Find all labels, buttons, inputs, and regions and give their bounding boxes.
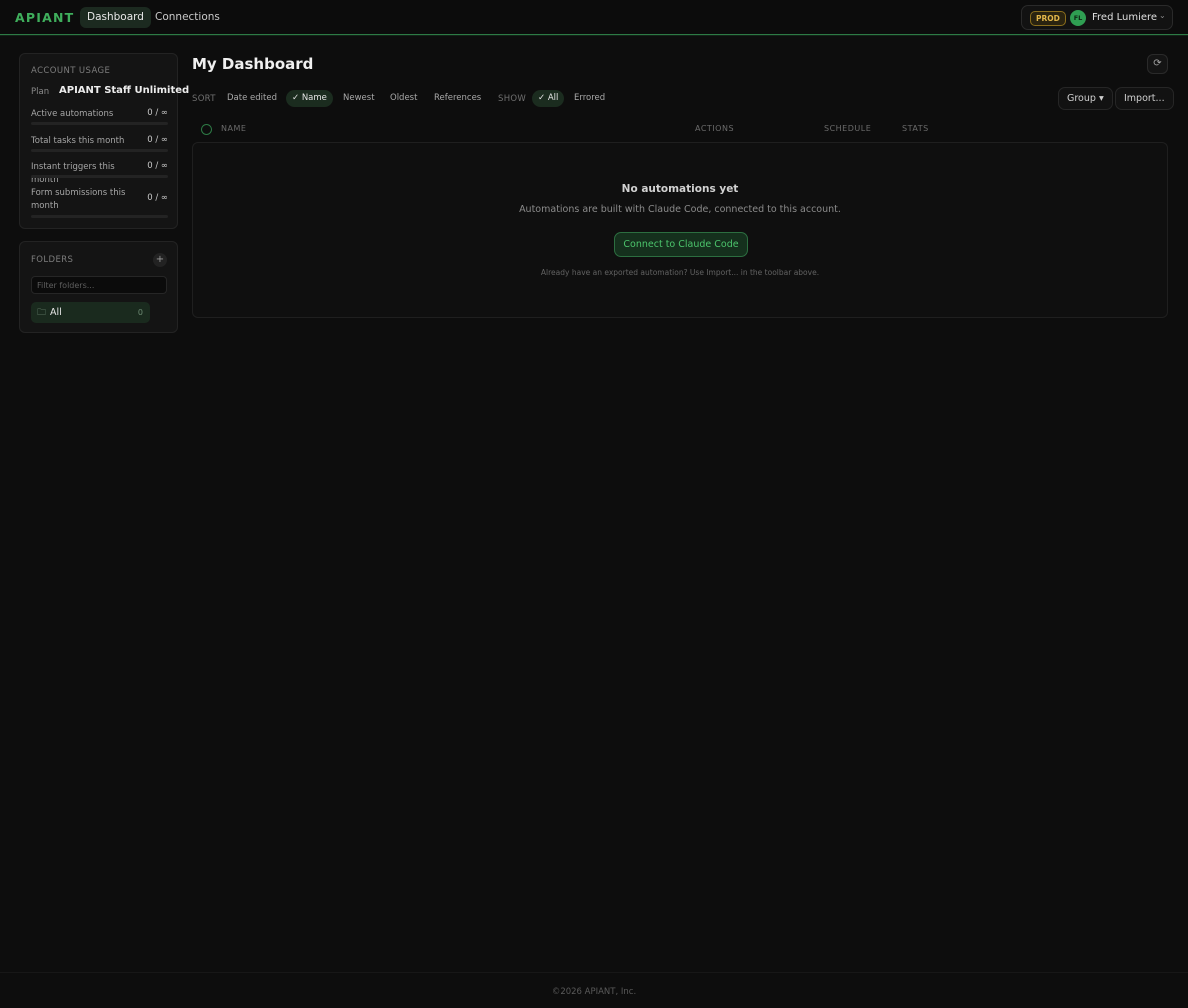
nav-dashboard[interactable]: Dashboard <box>80 7 151 28</box>
folder-icon: 🗀 <box>37 308 47 318</box>
usage-label: Form submissions this month <box>31 188 126 211</box>
plan-label: Plan <box>31 87 50 97</box>
select-all-checkbox[interactable] <box>201 124 212 135</box>
folders-card: FOLDERS + 🗀 All 0 <box>19 241 178 333</box>
sort-oldest[interactable]: Oldest <box>384 90 423 107</box>
account-usage-card: ACCOUNT USAGE Plan APIANT Staff Unlimite… <box>19 53 189 229</box>
usage-bar <box>31 149 168 152</box>
usage-bar <box>31 175 168 178</box>
folder-count: 0 <box>137 308 143 317</box>
import-button[interactable]: Import... <box>1115 87 1174 110</box>
group-button[interactable]: Group ▾ <box>1058 87 1113 110</box>
sort-label: SORT <box>192 94 216 104</box>
sort-references[interactable]: References <box>428 90 487 107</box>
show-label: SHOW <box>498 94 527 104</box>
footer-divider <box>0 972 1188 973</box>
account-usage-title: ACCOUNT USAGE <box>31 66 111 76</box>
footer: ©2026 APIANT, Inc. <box>551 987 637 997</box>
sort-date-edited[interactable]: Date edited <box>221 90 283 107</box>
chevron-down-icon: ⌄ <box>1159 11 1166 20</box>
env-badge: PROD <box>1030 11 1066 26</box>
avatar: FL <box>1070 10 1086 26</box>
column-name[interactable]: NAME <box>221 124 246 133</box>
empty-hint: Already have an exported automation? Use… <box>540 268 820 277</box>
show-errored[interactable]: Errored <box>568 90 611 107</box>
refresh-icon[interactable]: ⟳ <box>1147 54 1168 74</box>
usage-label: Total tasks this month <box>31 136 125 146</box>
usage-row-active-automations: Active automations 0 / ∞ <box>31 108 168 125</box>
top-bar: APIANT Dashboard Connections PROD FL Fre… <box>0 0 1188 35</box>
usage-bar <box>31 215 168 218</box>
connect-claude-code-button[interactable]: Connect to Claude Code <box>614 232 748 257</box>
usage-value: 0 / ∞ <box>147 161 168 171</box>
usage-label: Instant triggers this month <box>31 162 115 185</box>
usage-value: 0 / ∞ <box>147 108 168 118</box>
column-stats[interactable]: STATS <box>902 124 929 133</box>
usage-value: 0 / ∞ <box>147 193 168 203</box>
usage-label: Active automations <box>31 109 114 119</box>
usage-row-total-tasks: Total tasks this month 0 / ∞ <box>31 135 168 152</box>
usage-row-form-submissions: Form submissions this month 0 / ∞ <box>31 187 168 218</box>
logo[interactable]: APIANT <box>15 10 74 25</box>
column-actions[interactable]: ACTIONS <box>695 124 734 133</box>
usage-value: 0 / ∞ <box>147 135 168 145</box>
user-name: Fred Lumiere <box>1092 12 1158 23</box>
plan-value: APIANT Staff Unlimited <box>59 85 190 96</box>
folder-filter-input[interactable] <box>31 276 167 294</box>
empty-title: No automations yet <box>621 183 739 195</box>
column-schedule[interactable]: SCHEDULE <box>824 124 871 133</box>
nav-connections[interactable]: Connections <box>148 7 227 28</box>
empty-subtitle: Automations are built with Claude Code, … <box>519 204 841 215</box>
usage-row-instant-triggers: Instant triggers this month 0 / ∞ <box>31 161 168 185</box>
folders-title: FOLDERS <box>31 255 74 265</box>
folder-name: All <box>50 307 62 318</box>
sort-name[interactable]: ✓ Name <box>286 90 333 107</box>
usage-bar <box>31 122 168 125</box>
show-all[interactable]: ✓ All <box>532 90 565 107</box>
page-title: My Dashboard <box>192 55 314 73</box>
empty-state: No automations yet Automations are built… <box>192 142 1168 318</box>
sort-newest[interactable]: Newest <box>337 90 381 107</box>
plus-icon[interactable]: + <box>153 253 167 267</box>
user-menu[interactable]: PROD FL Fred Lumiere ⌄ <box>1021 5 1173 30</box>
folder-item-all[interactable]: 🗀 All 0 <box>31 302 150 323</box>
